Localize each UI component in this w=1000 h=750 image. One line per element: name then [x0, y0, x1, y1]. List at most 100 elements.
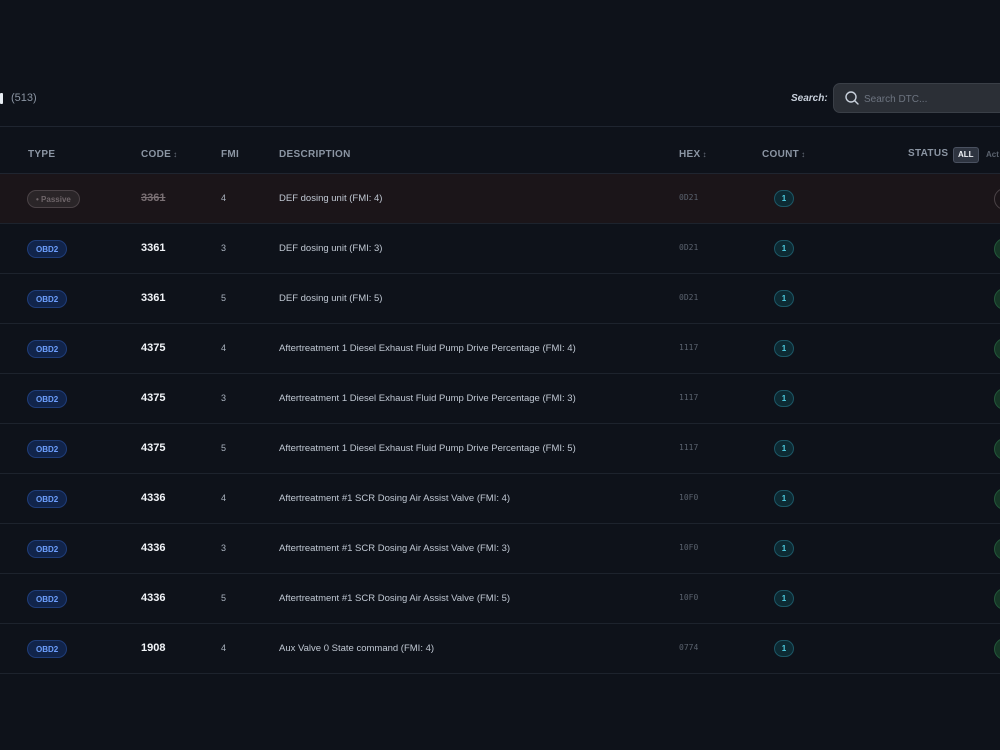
count-badge: 1 — [774, 340, 794, 357]
sort-icon: ↕ — [801, 150, 806, 159]
dtc-code: 3361 — [141, 292, 166, 304]
hex-value: 0D21 — [679, 243, 699, 252]
column-header-hex[interactable]: HEX ↕ — [679, 149, 707, 160]
table-header: TYPE CODE ↕ FMI DESCRIPTION HEX ↕ COUNT ↕ S… — [0, 127, 1000, 174]
dtc-description: DEF dosing unit (FMI: 3) — [279, 243, 383, 254]
status-toggle[interactable] — [994, 488, 1000, 510]
count-badge: 1 — [774, 440, 794, 457]
table-row[interactable]: OBD2 3361 5 DEF dosing unit (FMI: 5) 0D2… — [0, 274, 1000, 324]
type-badge-obd2: OBD2 — [27, 340, 68, 358]
dtc-code: 4375 — [141, 392, 166, 404]
status-toggle[interactable] — [994, 438, 1000, 460]
status-toggle[interactable] — [994, 588, 1000, 610]
hex-value: 10F0 — [679, 593, 699, 602]
type-badge-obd2: OBD2 — [27, 440, 68, 458]
column-header-hex-label: HEX — [679, 149, 701, 160]
fmi-value: 5 — [221, 293, 227, 303]
status-toggle[interactable] — [994, 238, 1000, 260]
dtc-description: DEF dosing unit (FMI: 4) — [279, 193, 383, 204]
dtc-description: Aftertreatment 1 Diesel Exhaust Fluid Pu… — [279, 393, 576, 404]
status-filter-all[interactable]: ALL — [953, 147, 979, 163]
dtc-table-body: • Passive 3361 4 DEF dosing unit (FMI: 4… — [0, 174, 1000, 674]
fmi-value: 5 — [221, 443, 227, 453]
type-badge-passive: • Passive — [27, 190, 80, 208]
dtc-code: 4336 — [141, 592, 166, 604]
column-header-code-label: CODE — [141, 149, 172, 160]
sort-icon: ↕ — [173, 150, 178, 159]
fmi-value: 3 — [221, 393, 227, 403]
column-header-status: STATUS — [908, 148, 949, 159]
type-label: Passive — [41, 195, 71, 204]
fmi-value: 4 — [221, 643, 227, 653]
table-row[interactable]: OBD2 1908 4 Aux Valve 0 State command (F… — [0, 624, 1000, 674]
count-badge: 1 — [774, 640, 794, 657]
fmi-value: 5 — [221, 593, 227, 603]
table-row[interactable]: OBD2 4336 3 Aftertreatment #1 SCR Dosing… — [0, 524, 1000, 574]
dtc-description: Aftertreatment 1 Diesel Exhaust Fluid Pu… — [279, 443, 576, 454]
status-toggle[interactable] — [994, 638, 1000, 660]
count-badge: 1 — [774, 590, 794, 607]
search-label: Search: — [791, 93, 828, 104]
status-filter-active[interactable]: Act — [986, 150, 999, 159]
hex-value: 1117 — [679, 343, 699, 352]
dtc-code: 4336 — [141, 492, 166, 504]
type-badge-obd2: OBD2 — [27, 540, 68, 558]
dtc-code: 1908 — [141, 642, 166, 654]
column-header-count-label: COUNT — [762, 149, 800, 160]
count-badge: 1 — [774, 490, 794, 507]
toolbar: (513) Search: — [0, 0, 1000, 126]
fmi-value: 3 — [221, 243, 227, 253]
status-toggle[interactable] — [994, 538, 1000, 560]
search-icon — [845, 91, 859, 105]
hex-value: 1117 — [679, 443, 699, 452]
count-badge: 1 — [774, 190, 794, 207]
hex-value: 0D21 — [679, 193, 699, 202]
dtc-description: Aftertreatment #1 SCR Dosing Air Assist … — [279, 543, 511, 554]
column-header-type: TYPE — [28, 149, 56, 160]
status-toggle[interactable] — [994, 388, 1000, 410]
table-row[interactable]: OBD2 4375 4 Aftertreatment 1 Diesel Exha… — [0, 324, 1000, 374]
sort-icon: ↕ — [702, 150, 707, 159]
title-mark — [0, 93, 3, 104]
table-row[interactable]: OBD2 3361 3 DEF dosing unit (FMI: 3) 0D2… — [0, 224, 1000, 274]
dtc-description: Aux Valve 0 State command (FMI: 4) — [279, 643, 435, 654]
status-toggle[interactable] — [994, 338, 1000, 360]
dtc-code: 4375 — [141, 342, 166, 354]
column-header-fmi: FMI — [221, 149, 240, 160]
hex-value: 1117 — [679, 393, 699, 402]
fmi-value: 4 — [221, 193, 227, 203]
type-badge-obd2: OBD2 — [27, 240, 68, 258]
dtc-code: 3361 — [141, 192, 166, 204]
dtc-code: 4375 — [141, 442, 166, 454]
type-badge-obd2: OBD2 — [27, 490, 68, 508]
table-row[interactable]: • Passive 3361 4 DEF dosing unit (FMI: 4… — [0, 174, 1000, 224]
count-badge: 1 — [774, 290, 794, 307]
table-row[interactable]: OBD2 4375 5 Aftertreatment 1 Diesel Exha… — [0, 424, 1000, 474]
table-row[interactable]: OBD2 4336 5 Aftertreatment #1 SCR Dosing… — [0, 574, 1000, 624]
dtc-code: 4336 — [141, 542, 166, 554]
column-header-code[interactable]: CODE ↕ — [141, 149, 177, 160]
table-row[interactable]: OBD2 4375 3 Aftertreatment 1 Diesel Exha… — [0, 374, 1000, 424]
dtc-total-count: (513) — [11, 92, 37, 104]
fmi-value: 4 — [221, 493, 227, 503]
type-badge-obd2: OBD2 — [27, 590, 68, 608]
fmi-value: 4 — [221, 343, 227, 353]
search-box[interactable] — [833, 83, 1000, 113]
count-badge: 1 — [774, 540, 794, 557]
dtc-description: Aftertreatment 1 Diesel Exhaust Fluid Pu… — [279, 343, 576, 354]
column-header-description: DESCRIPTION — [279, 149, 351, 160]
hex-value: 10F0 — [679, 493, 699, 502]
count-badge: 1 — [774, 240, 794, 257]
table-row[interactable]: OBD2 4336 4 Aftertreatment #1 SCR Dosing… — [0, 474, 1000, 524]
dtc-description: DEF dosing unit (FMI: 5) — [279, 293, 383, 304]
dtc-code: 3361 — [141, 242, 166, 254]
fmi-value: 3 — [221, 543, 227, 553]
search-input[interactable] — [862, 89, 1000, 109]
type-badge-obd2: OBD2 — [27, 640, 68, 658]
count-badge: 1 — [774, 390, 794, 407]
type-badge-obd2: OBD2 — [27, 290, 68, 308]
hex-value: 0774 — [679, 643, 699, 652]
column-header-count[interactable]: COUNT ↕ — [762, 149, 805, 160]
status-toggle[interactable] — [994, 288, 1000, 310]
status-toggle[interactable] — [994, 188, 1000, 210]
